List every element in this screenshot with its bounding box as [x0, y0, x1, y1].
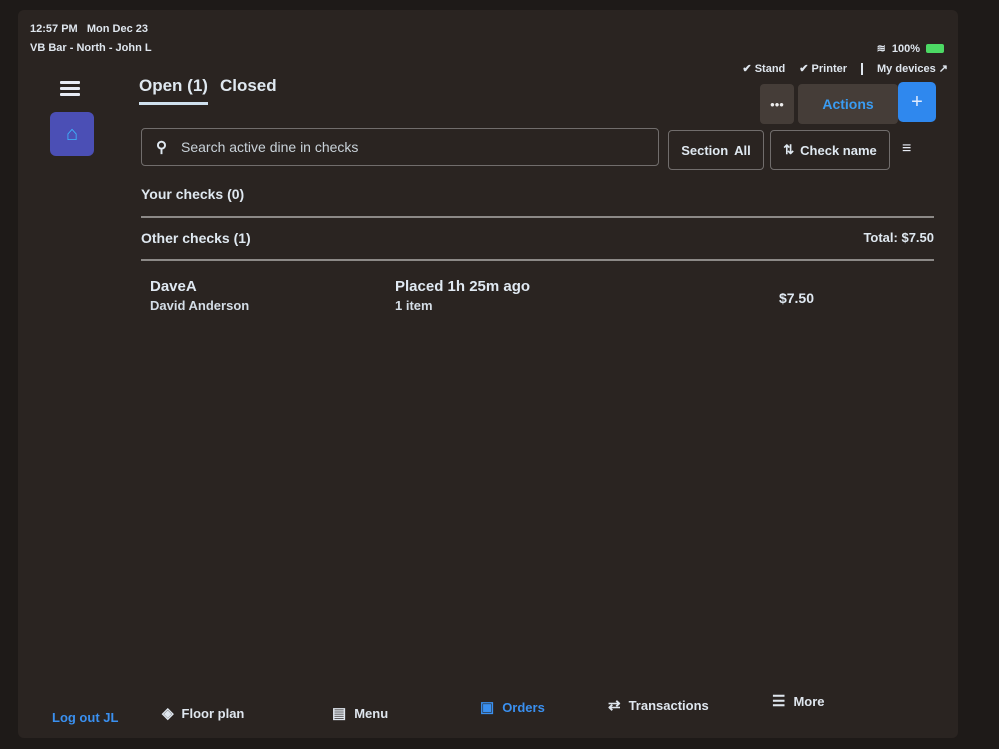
menu-book-icon: ▤: [332, 705, 347, 722]
section-value: All: [734, 142, 751, 158]
section-filter-button[interactable]: Section All: [668, 130, 764, 170]
nav-label: More: [793, 693, 825, 709]
nav-orders[interactable]: ▣ Orders: [480, 698, 545, 716]
sort-icon: ⇅: [783, 142, 795, 157]
sort-label: Check name: [800, 142, 877, 158]
hamburger-menu-icon[interactable]: [60, 78, 80, 99]
check-name: DaveA: [150, 278, 197, 295]
nav-menu[interactable]: ▤ Menu: [332, 704, 388, 722]
floor-plan-icon: ◈: [162, 705, 174, 722]
customer-name: David Anderson: [150, 298, 250, 313]
check-icon: ✔: [742, 63, 752, 75]
printer-status: ✔ Printer: [799, 62, 847, 75]
stand-label: Stand: [754, 63, 786, 75]
nav-transactions[interactable]: ⇄ Transactions: [608, 696, 709, 714]
check-row[interactable]: DaveA David Anderson Placed 1h 25m ago 1…: [141, 274, 934, 334]
nav-label: Menu: [354, 705, 389, 721]
divider: [141, 259, 934, 261]
search-bar: ⚲: [141, 128, 659, 166]
system-status: ≋ 100%: [877, 42, 944, 55]
actions-button[interactable]: Actions: [798, 84, 898, 124]
battery-icon: [926, 44, 944, 53]
stand-status: ✔ Stand: [742, 62, 785, 75]
pos-screen: 12:57 PM Mon Dec 23 VB Bar - North - Joh…: [18, 10, 958, 738]
section-label: Section: [681, 142, 729, 158]
wifi-icon: ≋: [876, 43, 886, 55]
tab-open[interactable]: Open (1): [139, 76, 208, 105]
placed-time: Placed 1h 25m ago: [395, 278, 531, 295]
other-checks-header: Other checks (1) Total: $7.50: [141, 230, 934, 246]
search-input[interactable]: [179, 138, 603, 156]
nav-more[interactable]: ☰ More: [772, 692, 825, 710]
transactions-icon: ⇄: [608, 697, 621, 714]
my-devices-label: My devices: [877, 63, 936, 75]
other-checks-total: Total: $7.50: [863, 230, 934, 245]
more-options-button[interactable]: •••: [760, 84, 794, 124]
divider: [861, 62, 864, 75]
battery-percent: 100%: [891, 42, 920, 55]
nav-label: Orders: [502, 699, 545, 715]
check-icon: ✔: [799, 63, 809, 75]
item-count: 1 item: [395, 298, 433, 313]
bottom-nav: Log out JL ◈ Floor plan ▤ Menu ▣ Orders …: [18, 688, 958, 738]
status-bar: 12:57 PM Mon Dec 23 VB Bar - North - Joh…: [30, 20, 152, 58]
your-checks-header: Your checks (0): [141, 186, 245, 202]
sort-button[interactable]: ⇅ Check name: [770, 130, 890, 170]
search-icon: ⚲: [156, 139, 167, 156]
logout-button[interactable]: Log out JL: [52, 710, 118, 725]
orders-icon: ▣: [480, 699, 495, 716]
storefront-icon: ⌂: [65, 122, 79, 145]
device-status: ✔ Stand ✔ Printer My devices ↗: [742, 62, 948, 75]
nav-label: Transactions: [628, 697, 709, 713]
divider: [141, 216, 934, 218]
add-check-button[interactable]: +: [898, 82, 936, 122]
check-amount: $7.50: [778, 290, 814, 306]
external-arrow-icon: ↗: [938, 63, 948, 75]
other-checks-label: Other checks (1): [141, 230, 251, 246]
nav-label: Floor plan: [181, 705, 245, 721]
status-time: 12:57 PM: [30, 23, 78, 35]
printer-label: Printer: [811, 63, 848, 75]
more-list-icon: ☰: [772, 693, 786, 710]
location-label: VB Bar - North - John L: [30, 42, 152, 54]
check-tabs: Open (1) Closed: [139, 76, 277, 105]
tab-closed[interactable]: Closed: [220, 76, 277, 105]
nav-floor-plan[interactable]: ◈ Floor plan: [162, 704, 244, 722]
sidebar-store-button[interactable]: ⌂: [50, 112, 94, 156]
status-date: Mon Dec 23: [86, 23, 149, 35]
my-devices-link[interactable]: My devices ↗: [877, 62, 948, 75]
filter-icon[interactable]: ≡: [902, 140, 911, 158]
